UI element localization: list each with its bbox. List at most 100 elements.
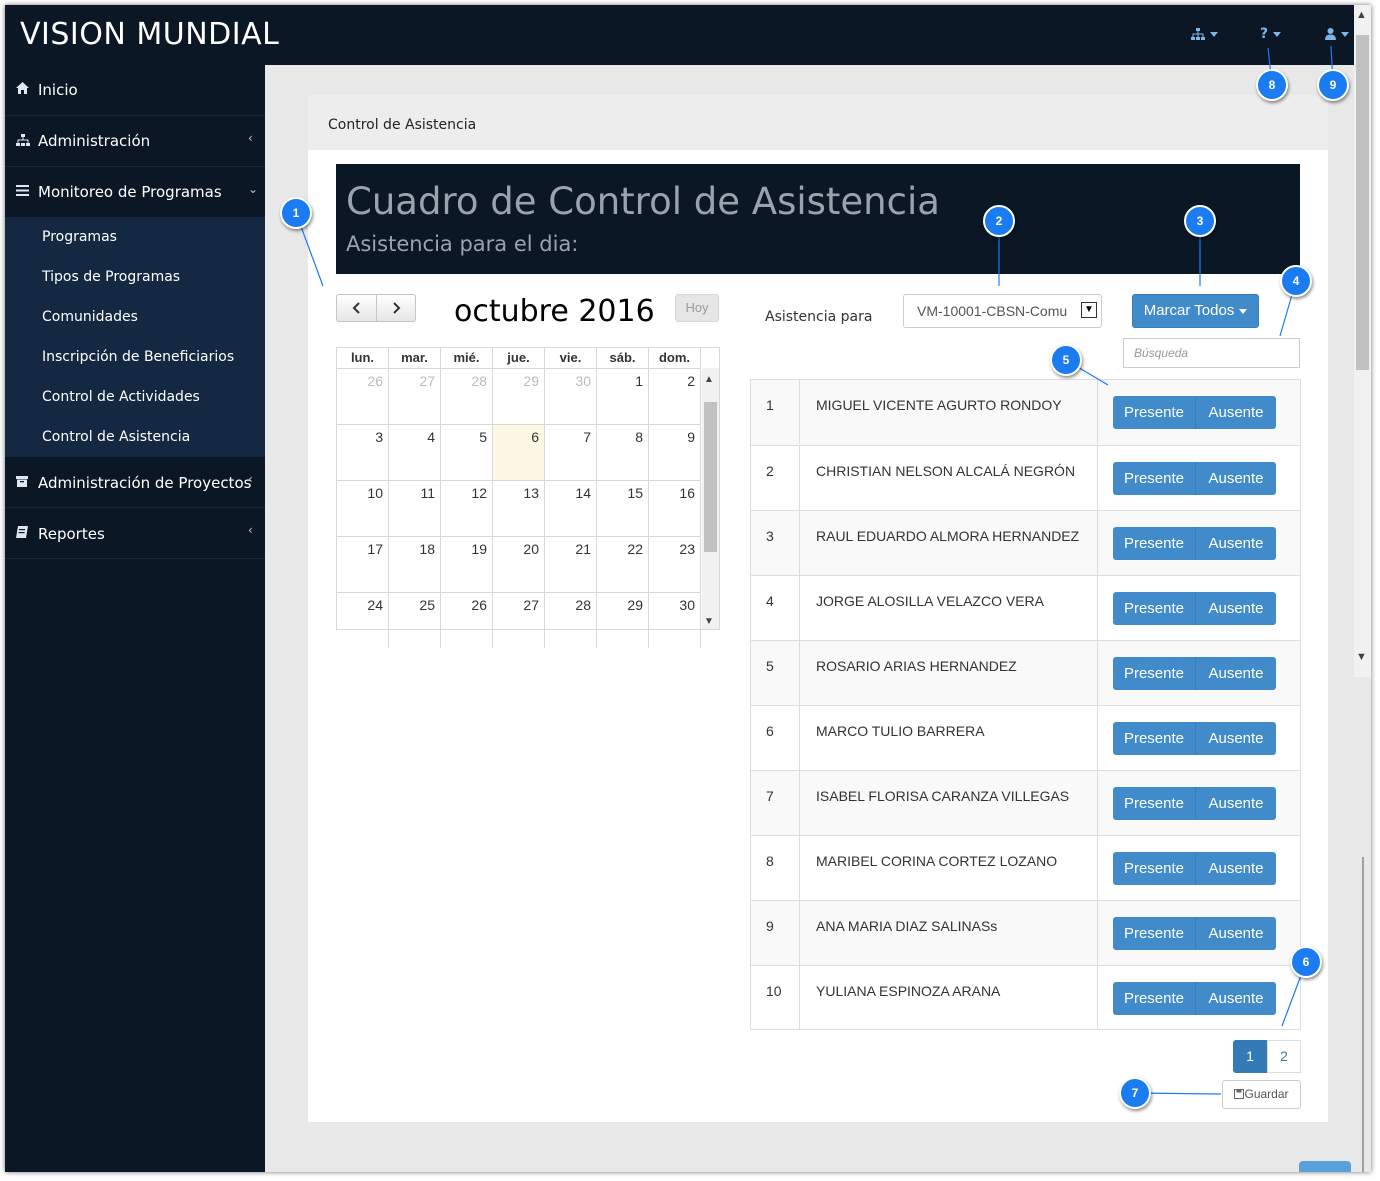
calendar-day[interactable]: 27 [493,592,545,648]
absent-button[interactable]: Ausente [1196,657,1276,690]
calendar-day[interactable]: 13 [493,480,545,536]
row-number: 5 [766,658,774,674]
mark-all-button[interactable]: Marcar Todos [1132,294,1259,328]
top-navbar: VISION MUNDIAL ? [5,5,1371,65]
calendar-day[interactable]: 9 [649,424,701,480]
calendar-day[interactable]: 20 [493,536,545,592]
absent-button[interactable]: Ausente [1196,852,1276,885]
weekday-header: lun. [337,348,389,368]
calendar-day[interactable]: 3 [337,424,389,480]
calendar-day[interactable]: 19 [441,536,493,592]
absent-button[interactable]: Ausente [1196,722,1276,755]
present-button[interactable]: Presente [1113,462,1196,495]
present-button[interactable]: Presente [1113,396,1196,429]
calendar-day[interactable]: 29 [597,592,649,648]
prev-month-button[interactable] [337,295,377,321]
caret-down-icon [1273,31,1282,37]
sidebar-item-reportes[interactable]: Reportes ‹ [5,508,265,559]
calendar-day[interactable]: 22 [597,536,649,592]
submenu-item-programas[interactable]: Programas [42,229,117,245]
calendar-day[interactable]: 28 [545,592,597,648]
search-input[interactable]: Búsqueda [1123,338,1300,368]
sidebar-item-monitoreo[interactable]: Monitoreo de Programas ⌄ [5,167,265,218]
save-button[interactable]: Guardar [1222,1080,1301,1109]
calendar-day[interactable]: 1 [597,368,649,424]
row-number-cell: 4 [751,576,800,640]
present-button[interactable]: Presente [1113,852,1196,885]
calendar-day[interactable]: 7 [545,424,597,480]
calendar-day[interactable]: 2 [649,368,701,424]
absent-button[interactable]: Ausente [1196,592,1276,625]
calendar-day[interactable]: 12 [441,480,493,536]
calendar-day[interactable]: 5 [441,424,493,480]
hero-subtitle: Asistencia para el dia: [346,232,579,256]
calendar-day[interactable]: 30 [545,368,597,424]
calendar-day[interactable]: 18 [389,536,441,592]
present-button[interactable]: Presente [1113,787,1196,820]
calendar-day[interactable]: 28 [441,368,493,424]
submenu-item-control-actividades[interactable]: Control de Actividades [42,389,200,405]
calendar-day[interactable]: 14 [545,480,597,536]
absent-button[interactable]: Ausente [1196,982,1276,1015]
submenu-item-control-asistencia[interactable]: Control de Asistencia [42,429,190,445]
present-button[interactable]: Presente [1113,982,1196,1015]
sidebar-item-administracion[interactable]: Administración ‹ [5,116,265,167]
calendar-grid: ▲ ▼ lun. mar. mié. jue. vie. sáb. dom. 26 27 28 29… [336,347,720,648]
present-button[interactable]: Presente [1113,592,1196,625]
scroll-top-button[interactable] [1299,1161,1351,1172]
user-menu-toggle[interactable] [1325,26,1349,42]
calendar-day[interactable]: 26 [441,592,493,648]
brand-logo[interactable]: VISION MUNDIAL [20,17,279,52]
calendar-day[interactable]: 25 [389,592,441,648]
program-select[interactable]: VM-10001-CBSN-Comu ▼ [903,294,1102,328]
cell-divider [1097,771,1098,835]
present-button[interactable]: Presente [1113,722,1196,755]
calendar-scroll-thumb[interactable] [704,402,717,552]
calendar-day[interactable]: 16 [649,480,701,536]
calendar-day[interactable]: 6 [493,424,545,480]
chevron-right-icon [393,302,401,314]
absent-button[interactable]: Ausente [1196,787,1276,820]
calendar-day[interactable]: 10 [337,480,389,536]
submenu-item-inscripcion[interactable]: Inscripción de Beneficiarios [42,349,234,365]
submenu-item-tipos-programas[interactable]: Tipos de Programas [42,269,180,285]
absent-button[interactable]: Ausente [1196,396,1276,429]
scroll-down-icon: ▼ [704,616,714,627]
page-1-button[interactable]: 1 [1233,1040,1267,1073]
sidebar-item-inicio[interactable]: Inicio [5,65,265,116]
absent-button[interactable]: Ausente [1196,917,1276,950]
sidebar-item-proyectos[interactable]: Administración de Proyectos ‹ [5,457,265,508]
present-button[interactable]: Presente [1113,527,1196,560]
page-scrollbar[interactable]: ▲ ▼ [1354,5,1371,677]
present-button[interactable]: Presente [1113,917,1196,950]
calendar-day[interactable]: 29 [493,368,545,424]
calendar-day[interactable]: 23 [649,536,701,592]
beneficiary-name: ROSARIO ARIAS HERNANDEZ [816,658,1017,674]
calendar-scrollbar[interactable]: ▲ ▼ [702,368,719,629]
today-button[interactable]: Hoy [675,294,719,322]
absent-button[interactable]: Ausente [1196,462,1276,495]
calendar-day[interactable]: 4 [389,424,441,480]
sidebar-item-label: Reportes [38,525,105,543]
present-button[interactable]: Presente [1113,657,1196,690]
calendar-day[interactable]: 11 [389,480,441,536]
calendar-day[interactable]: 24 [337,592,389,648]
calendar-day[interactable]: 30 [649,592,701,648]
calendar-day[interactable]: 8 [597,424,649,480]
page-2-button[interactable]: 2 [1267,1040,1301,1073]
absent-button[interactable]: Ausente [1196,527,1276,560]
calendar-day[interactable]: 27 [389,368,441,424]
calendar-day[interactable]: 15 [597,480,649,536]
monitoreo-submenu: Programas Tipos de Programas Comunidades… [5,217,265,457]
org-menu-toggle[interactable] [1191,26,1218,42]
row-number: 9 [766,918,774,934]
calendar-day[interactable]: 21 [545,536,597,592]
page-scroll-thumb[interactable] [1356,35,1369,370]
calendar-day[interactable]: 17 [337,536,389,592]
help-menu-toggle[interactable]: ? [1260,26,1282,42]
cell-divider [1097,901,1098,965]
submenu-item-comunidades[interactable]: Comunidades [42,309,138,325]
calendar-day[interactable]: 26 [337,368,389,424]
cell-divider [1097,576,1098,640]
next-month-button[interactable] [377,295,416,321]
